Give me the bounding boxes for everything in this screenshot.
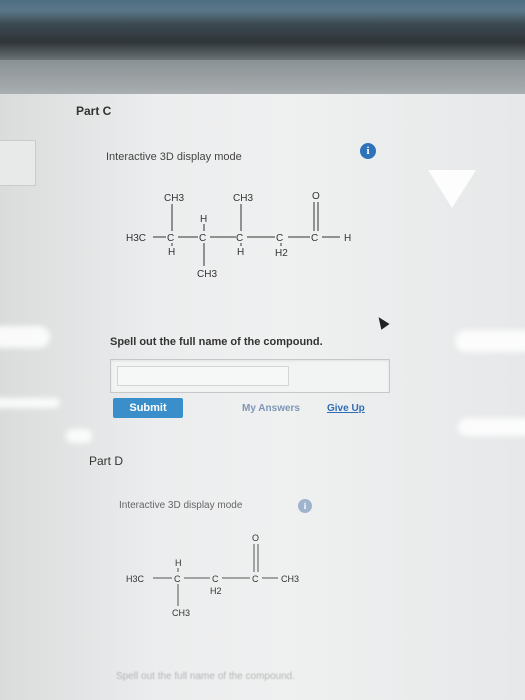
structure-atom: H [175, 558, 182, 568]
part-d-structure: O H H3C C C C CH3 H2 CH3 [126, 533, 299, 618]
structure-atom: O [252, 533, 259, 543]
structure-atom: CH3 [172, 608, 190, 618]
structure-atom: C [174, 574, 181, 584]
question-text-partial: Spell out the full name of the compound. [116, 671, 296, 682]
structure-atom: CH3 [281, 574, 299, 584]
structure-atom: C [252, 574, 259, 584]
structure-atom: H2 [210, 586, 222, 596]
structure-atom: H3C [126, 574, 145, 584]
structure-atom: C [212, 574, 219, 584]
